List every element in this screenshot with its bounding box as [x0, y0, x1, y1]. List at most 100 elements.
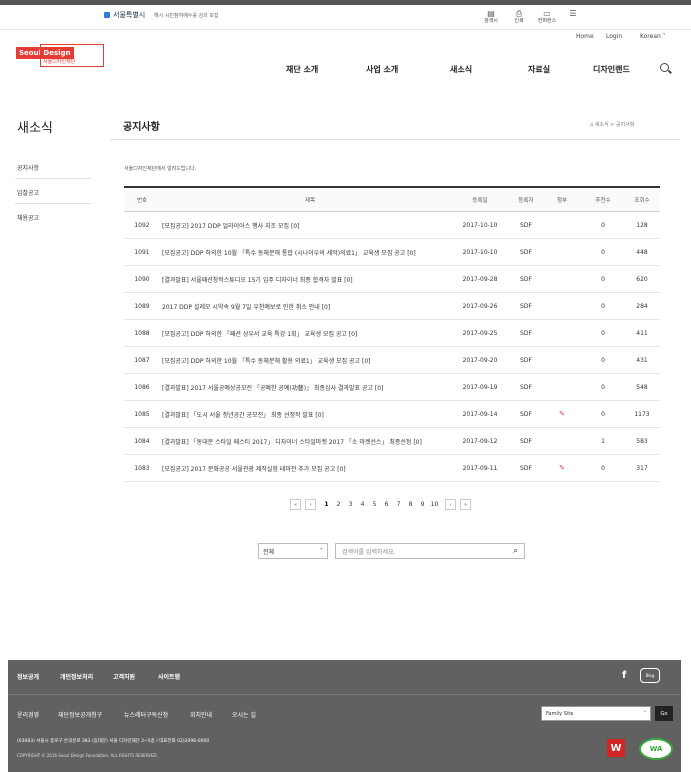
gnb-archive[interactable]: 자료실: [528, 64, 550, 75]
blog-icon[interactable]: Blog: [640, 668, 660, 683]
row-title-link[interactable]: [모집공고] DDP 하의한 10월 「특수 동체분해 활용 의료1」 교육생 …: [162, 347, 458, 373]
facebook-icon[interactable]: f: [622, 670, 626, 681]
seoul-city-link[interactable]: 서울특별시: [104, 10, 145, 20]
side-item-recruit[interactable]: 채용공고: [17, 213, 39, 222]
page-numbers: 1 2 3 4 5 6 7 8 9 10: [322, 501, 439, 508]
row-recommend-count: 0: [601, 329, 605, 337]
page-number[interactable]: 8: [406, 501, 415, 508]
footer-link-info-request[interactable]: 재단정보공개청구: [58, 710, 102, 719]
row-attachment: [548, 212, 576, 238]
table-row: 1086 [결과발표] 2017 서울공예상공모전 「공예한 공예(功藝)」 최종…: [124, 374, 660, 401]
print-icon: ⎙: [515, 9, 523, 18]
footer-link-newsletter[interactable]: 뉴스레터구독신청: [124, 710, 168, 719]
gnb-about[interactable]: 재단 소개: [286, 64, 318, 75]
table-row: 1092 [모집공고] 2017 DDP 얼라이어스 행사 지조 모집 [0] 20…: [124, 212, 660, 239]
quick-link-doc[interactable]: ▤ 검색시: [480, 9, 502, 25]
table-row: 1088 [모집공고] DDP 하의한 「패션 상우서 교육 특강 1회」 교육생…: [124, 320, 660, 347]
header-attach: 첨부: [556, 197, 568, 204]
side-item-bid[interactable]: 입찰공고: [17, 188, 39, 197]
title-divider: [110, 139, 679, 140]
row-recommend-count: 0: [601, 383, 605, 391]
next-page-button[interactable]: ›: [445, 499, 456, 510]
row-title-link[interactable]: [모집공고] 2017 DDP 얼라이어스 행사 지조 모집 [0]: [162, 212, 458, 238]
page-number[interactable]: 9: [418, 501, 427, 508]
breadcrumb: ⌂ 새소식 > 공지사항: [590, 122, 635, 128]
table-row: 1087 [모집공고] DDP 하의한 10월 「특수 동체분해 활용 의료1」 …: [124, 347, 660, 374]
attachment-icon[interactable]: ✎: [559, 464, 565, 472]
page-number[interactable]: 6: [382, 501, 391, 508]
menu-icon: ☰: [569, 9, 577, 18]
page-number[interactable]: 3: [346, 501, 355, 508]
row-date: 2017-09-28: [462, 275, 498, 283]
footer-link-disclosure[interactable]: 정보공개: [17, 672, 39, 681]
family-site-go-button[interactable]: Go: [655, 706, 673, 721]
gnb-news[interactable]: 새소식: [450, 64, 472, 75]
page-number[interactable]: 2: [334, 501, 343, 508]
row-title-link[interactable]: [결과발표] 「도시 서울 청년공간 공모전」 최종 선정작 발표 [0]: [162, 401, 458, 427]
row-date: 2017-09-19: [462, 383, 498, 391]
row-title-link[interactable]: 2017 DDP 설레모 시약속 9월 7일 우천예보로 인한 취소 안내 [0…: [162, 293, 458, 319]
family-site-select[interactable]: Family Site ˅: [541, 706, 651, 721]
language-select[interactable]: Korean ˅: [640, 33, 666, 40]
search-icon[interactable]: [660, 63, 669, 72]
row-view-count: 317: [636, 464, 648, 472]
row-date: 2017-09-12: [462, 437, 498, 445]
page-title: 공지사항: [123, 122, 160, 133]
home-icon[interactable]: ⌂: [590, 122, 593, 128]
footer-link-directions[interactable]: 오시는 길: [232, 710, 256, 719]
header-title: 제목: [304, 197, 316, 204]
row-attachment: [548, 347, 576, 373]
page-number[interactable]: 10: [430, 501, 439, 508]
page-number[interactable]: 4: [358, 501, 367, 508]
footer-link-location[interactable]: 위치안내: [190, 710, 212, 719]
footer-link-privacy[interactable]: 개인정보처리: [60, 672, 93, 681]
footer-link-support[interactable]: 고객지원: [113, 672, 135, 681]
gnb-business[interactable]: 사업 소개: [366, 64, 398, 75]
page-number[interactable]: 1: [322, 501, 331, 508]
row-view-count: 284: [636, 302, 648, 310]
seoul-logo-icon: [104, 12, 110, 18]
quick-link-print[interactable]: ⎙ 인쇄: [508, 9, 530, 25]
first-page-button[interactable]: «: [290, 499, 301, 510]
footer-link-ethics[interactable]: 윤리경영: [17, 710, 39, 719]
side-item-notice[interactable]: 공지사항: [17, 163, 39, 172]
document-icon: ▤: [487, 9, 495, 18]
row-author: SDF: [520, 248, 532, 256]
row-attachment: [548, 374, 576, 400]
footer-link-sitemap[interactable]: 사이트맵: [158, 672, 180, 681]
home-link[interactable]: Home: [576, 33, 594, 40]
page-number[interactable]: 7: [394, 501, 403, 508]
util-tagline[interactable]: 해시 시민참여예수를 강의 모집: [154, 12, 219, 19]
seoul-city-name: 서울특별시: [113, 11, 146, 19]
site-logo[interactable]: Seoul Design 서울디자인재단: [16, 40, 104, 67]
row-title-link[interactable]: [모집공고] 2017 문화공공 서울관광 제작실험 테마전 추가 모집 공고 …: [162, 455, 458, 481]
header-views: 조회수: [634, 197, 650, 204]
login-link[interactable]: Login: [606, 33, 622, 40]
table-row: 1090 [결과발표] 서울패션창작스튜디오 15기 입주 디자이너 최종 합격자…: [124, 266, 660, 293]
attachment-icon[interactable]: ✎: [559, 410, 565, 418]
row-recommend-count: 0: [601, 410, 605, 418]
search-icon[interactable]: ⌕: [513, 546, 518, 556]
last-page-button[interactable]: »: [460, 499, 471, 510]
row-number: 1092: [134, 221, 150, 229]
search-scope-select[interactable]: 전체 ˅: [258, 543, 328, 559]
chevron-down-icon: ˅: [320, 547, 323, 555]
row-title-link[interactable]: [모집공고] DDP 하의한 10월 「특수 동체분해 통합 (시나이우의 세막…: [162, 239, 458, 265]
row-title-link[interactable]: [모집공고] DDP 하의한 「패션 상우서 교육 특강 1회」 교육생 모집 …: [162, 320, 458, 346]
quick-link-menu[interactable]: ☰: [562, 10, 584, 18]
row-author: SDF: [520, 329, 532, 337]
search-input[interactable]: 검색어를 입력하세요. ⌕: [335, 543, 525, 559]
row-date: 2017-10-10: [462, 248, 498, 256]
row-title-link[interactable]: [결과발표] 「동대문 스타일 페스티 2017」 디자이너 스타일마켓 201…: [162, 428, 458, 454]
gnb-designland[interactable]: 디자인랜드: [593, 64, 630, 75]
chevron-down-icon: ˅: [643, 710, 647, 717]
row-author: SDF: [520, 383, 532, 391]
row-number: 1085: [134, 410, 150, 418]
page-number[interactable]: 5: [370, 501, 379, 508]
row-title-link[interactable]: [결과발표] 2017 서울공예상공모전 「공예한 공예(功藝)」 최종심사 결…: [162, 374, 458, 400]
table-row: 1085 [결과발표] 「도시 서울 청년공간 공모전」 최종 선정작 발표 [0…: [124, 401, 660, 428]
prev-page-button[interactable]: ‹: [305, 499, 316, 510]
row-title-link[interactable]: [결과발표] 서울패션창작스튜디오 15기 입주 디자이너 최종 합격자 발표 …: [162, 266, 458, 292]
quick-link-conference[interactable]: ▭ 컨퍼런스: [536, 10, 558, 25]
row-recommend-count: 0: [601, 248, 605, 256]
